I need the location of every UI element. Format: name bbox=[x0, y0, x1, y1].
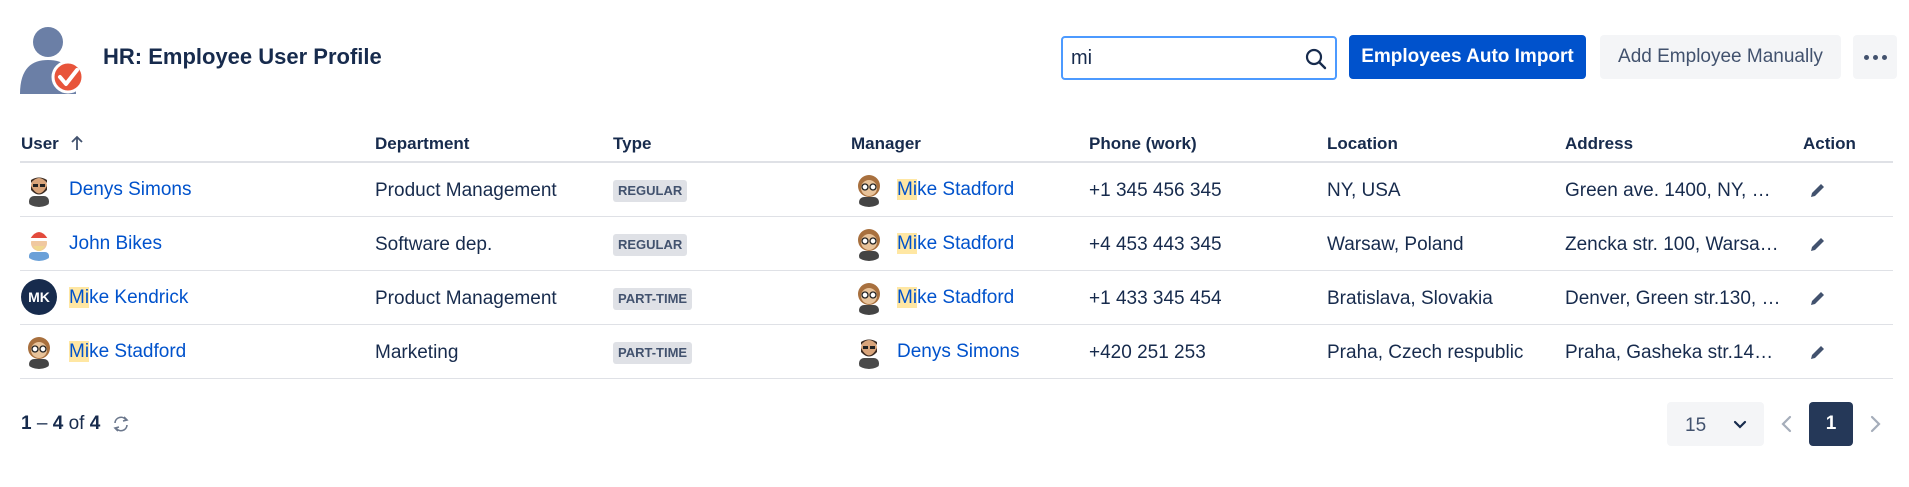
bearded-man-avatar[interactable] bbox=[21, 171, 57, 207]
column-header-department[interactable]: Department bbox=[375, 134, 469, 154]
avatar-initials[interactable]: MK bbox=[21, 279, 57, 315]
column-header-type[interactable]: Type bbox=[613, 134, 651, 154]
employee-profile-logo bbox=[20, 27, 85, 94]
page-size-value: 15 bbox=[1685, 415, 1707, 436]
page-size-select[interactable]: 15 bbox=[1667, 402, 1764, 446]
manager-name-link[interactable]: Denys Simons bbox=[897, 341, 1020, 363]
more-actions-button[interactable] bbox=[1853, 35, 1897, 79]
phone-cell: +420 251 253 bbox=[1089, 342, 1206, 363]
column-header-user[interactable]: User bbox=[21, 134, 84, 154]
search-icon[interactable] bbox=[1305, 48, 1327, 70]
type-badge: REGULAR bbox=[613, 180, 688, 202]
arrow-up-icon bbox=[70, 135, 83, 150]
pencil-icon[interactable] bbox=[1808, 234, 1828, 254]
man-with-glasses-avatar[interactable] bbox=[851, 225, 887, 261]
location-cell: Praha, Czech respublic bbox=[1327, 342, 1524, 363]
chevron-down-icon bbox=[1733, 420, 1747, 429]
search-field[interactable] bbox=[1061, 36, 1337, 80]
address-cell: Praha, Gasheka str.145 Czech bbox=[1565, 342, 1783, 363]
location-cell: NY, USA bbox=[1327, 180, 1401, 201]
manager-name-link[interactable]: Mike Stadford bbox=[897, 233, 1014, 255]
page-header: HR: Employee User Profile Employees Auto… bbox=[0, 0, 1909, 115]
user-name-link[interactable]: Denys Simons bbox=[69, 179, 192, 201]
location-cell: Warsaw, Poland bbox=[1327, 234, 1464, 255]
user-name-link[interactable]: John Bikes bbox=[69, 233, 162, 255]
row-divider bbox=[20, 216, 1893, 217]
type-badge: PART-TIME bbox=[613, 288, 693, 310]
department-cell: Software dep. bbox=[375, 234, 493, 255]
department-cell: Product Management bbox=[375, 180, 557, 201]
pencil-icon[interactable] bbox=[1808, 342, 1828, 362]
column-header-manager[interactable]: Manager bbox=[851, 134, 921, 154]
santa-hat-avatar[interactable] bbox=[21, 225, 57, 261]
address-cell: Zencka str. 100, Warsaw, Poland bbox=[1565, 234, 1783, 255]
pencil-icon[interactable] bbox=[1808, 288, 1828, 308]
user-name-link[interactable]: Mike Stadford bbox=[69, 341, 186, 363]
more-icon bbox=[1863, 54, 1869, 60]
type-badge: PART-TIME bbox=[613, 342, 693, 364]
address-cell: Denver, Green str.130, USA bbox=[1565, 288, 1783, 309]
row-divider bbox=[20, 270, 1893, 271]
manager-name-link[interactable]: Mike Stadford bbox=[897, 179, 1014, 201]
page-button-current[interactable]: 1 bbox=[1809, 402, 1853, 446]
man-with-glasses-avatar[interactable] bbox=[851, 171, 887, 207]
user-name-link[interactable]: Mike Kendrick bbox=[69, 287, 188, 309]
department-cell: Marketing bbox=[375, 342, 459, 363]
add-employee-manually-button[interactable]: Add Employee Manually bbox=[1600, 35, 1841, 79]
row-divider bbox=[20, 378, 1893, 379]
search-input[interactable] bbox=[1071, 44, 1291, 72]
chevron-left-icon[interactable] bbox=[1775, 410, 1799, 438]
phone-cell: +1 345 456 345 bbox=[1089, 180, 1222, 201]
department-cell: Product Management bbox=[375, 288, 557, 309]
man-with-glasses-avatar[interactable] bbox=[851, 279, 887, 315]
column-header-address[interactable]: Address bbox=[1565, 134, 1633, 154]
man-with-glasses-avatar[interactable] bbox=[21, 333, 57, 369]
results-count: 1 – 4 of 4 bbox=[21, 413, 101, 434]
column-header-location[interactable]: Location bbox=[1327, 134, 1398, 154]
row-divider bbox=[20, 324, 1893, 325]
address-cell: Green ave. 1400, NY, USA bbox=[1565, 180, 1783, 201]
type-badge: REGULAR bbox=[613, 234, 688, 256]
refresh-icon[interactable] bbox=[112, 414, 130, 434]
column-header-action: Action bbox=[1803, 134, 1856, 153]
phone-cell: +4 453 443 345 bbox=[1089, 234, 1222, 255]
phone-cell: +1 433 345 454 bbox=[1089, 288, 1222, 309]
location-cell: Bratislava, Slovakia bbox=[1327, 288, 1493, 309]
manager-name-link[interactable]: Mike Stadford bbox=[897, 287, 1014, 309]
page-title: HR: Employee User Profile bbox=[103, 44, 382, 69]
pencil-icon[interactable] bbox=[1808, 180, 1828, 200]
table-header-divider bbox=[20, 161, 1893, 163]
column-header-phone[interactable]: Phone (work) bbox=[1089, 134, 1197, 154]
employees-auto-import-button[interactable]: Employees Auto Import bbox=[1349, 35, 1586, 79]
bearded-man-avatar[interactable] bbox=[851, 333, 887, 369]
chevron-right-icon[interactable] bbox=[1863, 410, 1887, 438]
